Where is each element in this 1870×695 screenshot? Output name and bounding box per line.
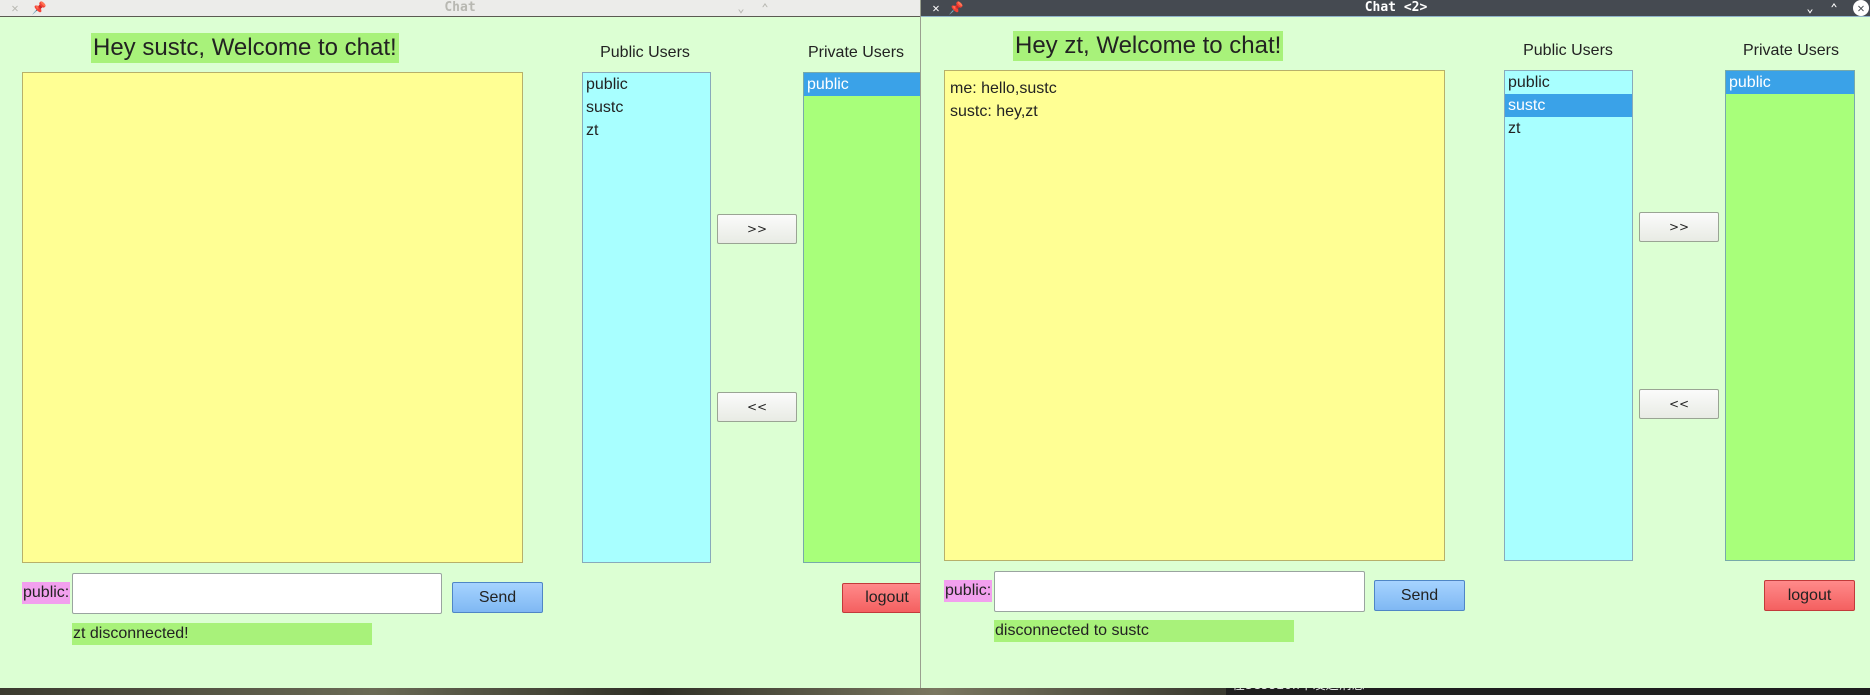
list-item[interactable]: zt	[1505, 117, 1632, 140]
chat-target-label: public:	[944, 580, 993, 602]
remove-private-button[interactable]: <<	[1639, 389, 1719, 419]
private-users-list[interactable]: public	[803, 72, 920, 563]
chevron-up-icon[interactable]: ⌃	[756, 0, 774, 16]
chat-message: me: hello,sustc	[950, 80, 1057, 97]
logout-button[interactable]: logout	[842, 583, 920, 613]
close-icon[interactable]: ✕	[1853, 0, 1869, 16]
chat-window-zt: ✕ 📌 Chat <2> ⌄ ⌃ ✕ Hey zt, Welcome to ch…	[920, 0, 1870, 688]
logout-button[interactable]: logout	[1764, 580, 1855, 611]
close-icon[interactable]: ✕	[927, 0, 945, 16]
window-client: Hey zt, Welcome to chat! me: hello,sustc…	[921, 17, 1870, 688]
status-label: zt disconnected!	[72, 623, 372, 645]
list-item[interactable]: public	[1726, 71, 1854, 94]
public-users-label: Public Users	[1523, 42, 1613, 59]
message-input[interactable]	[72, 573, 442, 614]
public-users-list[interactable]: public sustc zt	[582, 72, 711, 563]
public-users-list[interactable]: public sustc zt	[1504, 70, 1633, 561]
list-item[interactable]: public	[1505, 71, 1632, 94]
remove-private-button[interactable]: <<	[717, 392, 797, 422]
chat-history[interactable]: me: hello,sustc sustc: hey,zt	[944, 70, 1445, 561]
pin-icon[interactable]: 📌	[947, 0, 965, 16]
welcome-label: Hey sustc, Welcome to chat!	[91, 33, 399, 63]
message-input[interactable]	[994, 571, 1365, 612]
welcome-label: Hey zt, Welcome to chat!	[1013, 31, 1284, 61]
chat-target-label: public:	[22, 582, 71, 604]
chevron-down-icon[interactable]: ⌄	[1801, 0, 1819, 16]
add-private-button[interactable]: >>	[717, 214, 797, 244]
chat-history[interactable]	[22, 72, 523, 563]
list-item[interactable]: zt	[583, 119, 710, 142]
window-title: Chat	[444, 0, 476, 15]
window-client: Hey sustc, Welcome to chat! Public Users…	[0, 17, 920, 688]
send-button[interactable]: Send	[1374, 580, 1465, 611]
close-icon[interactable]: ✕	[6, 0, 24, 16]
title-bar[interactable]: ✕ 📌 Chat <2> ⌄ ⌃ ✕	[921, 0, 1870, 17]
window-title: Chat <2>	[1364, 0, 1428, 15]
list-item[interactable]: sustc	[1505, 94, 1632, 117]
chat-window-sustc: ✕ 📌 Chat ⌄ ⌃ Hey sustc, Welcome to chat!…	[0, 0, 920, 688]
status-label: disconnected to sustc	[994, 620, 1294, 642]
private-users-list[interactable]: public	[1725, 70, 1855, 561]
private-users-label: Private Users	[808, 44, 905, 61]
chat-message: sustc: hey,zt	[950, 103, 1038, 120]
list-item[interactable]: public	[804, 73, 920, 96]
title-bar[interactable]: ✕ 📌 Chat ⌄ ⌃	[0, 0, 920, 16]
add-private-button[interactable]: >>	[1639, 212, 1719, 242]
chevron-down-icon[interactable]: ⌄	[732, 0, 750, 16]
public-users-label: Public Users	[600, 44, 690, 61]
list-item[interactable]: public	[583, 73, 710, 96]
pin-icon[interactable]: 📌	[30, 0, 48, 16]
private-users-label: Private Users	[1742, 42, 1840, 59]
chevron-up-icon[interactable]: ⌃	[1825, 0, 1843, 16]
send-button[interactable]: Send	[452, 582, 543, 613]
list-item[interactable]: sustc	[583, 96, 710, 119]
